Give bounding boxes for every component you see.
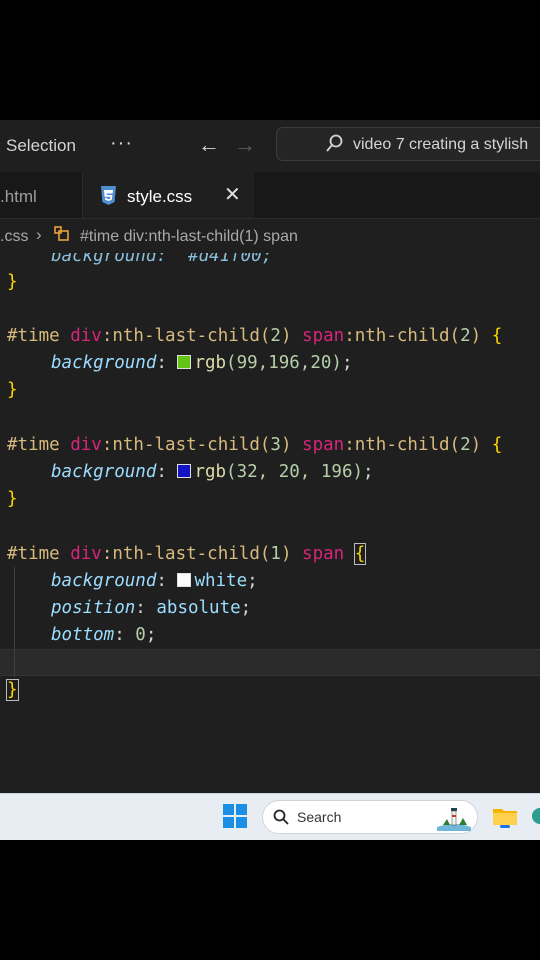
editor-tabs: .html style.css ✕	[0, 172, 540, 219]
code-line: background: white;	[51, 571, 258, 591]
code-line: position: absolute;	[51, 598, 252, 618]
color-swatch-white[interactable]	[177, 573, 192, 587]
code-line: bottom: 0;	[51, 625, 157, 645]
tab-label: style.css	[127, 187, 193, 206]
matching-brace: {	[353, 543, 367, 565]
breadcrumb-separator: ›	[36, 225, 42, 244]
color-swatch-green[interactable]	[177, 355, 192, 369]
title-bar: Selection ··· ← → video 7 creating a sty…	[0, 120, 540, 172]
taskbar-search-box[interactable]: Search	[262, 800, 478, 834]
windows-taskbar: Search	[0, 793, 540, 840]
back-arrow-icon[interactable]: ←	[198, 132, 220, 158]
lighthouse-highlight-icon	[437, 808, 471, 831]
taskbar-search-label: Search	[297, 809, 342, 825]
search-icon	[326, 134, 343, 152]
breadcrumb-file[interactable]: .css	[0, 228, 28, 246]
selector-symbol-icon	[54, 226, 69, 241]
file-explorer-icon[interactable]	[492, 804, 518, 828]
color-swatch-blue[interactable]	[177, 464, 192, 478]
current-line-highlight	[0, 649, 540, 676]
menu-selection[interactable]: Selection	[6, 136, 76, 156]
search-icon	[273, 809, 289, 825]
code-line: background: rgb(99,196,20);	[51, 353, 353, 373]
matching-brace: }	[6, 679, 19, 701]
windows-start-icon[interactable]	[223, 804, 247, 828]
code-line: #time div:nth-last-child(1) span {	[7, 543, 367, 565]
menu-more-button[interactable]: ···	[110, 132, 133, 155]
code-line: }	[7, 272, 18, 292]
indent-guide	[14, 567, 15, 677]
breadcrumb: .css › #time div:nth-last-child(1) span	[0, 219, 540, 253]
command-center-text: video 7 creating a stylish	[353, 136, 529, 153]
code-line: #time div:nth-last-child(3) span:nth-chi…	[7, 435, 503, 455]
close-icon[interactable]: ✕	[224, 182, 241, 207]
code-editor[interactable]: background: #d41f00; } #time div:nth-las…	[0, 253, 540, 791]
code-line: }	[7, 489, 18, 509]
tab-label: .html	[0, 187, 37, 206]
code-line: background: rgb(32, 20, 196);	[51, 462, 374, 482]
forward-arrow-icon[interactable]: →	[234, 132, 256, 158]
tab-style-css[interactable]: style.css ✕	[83, 172, 254, 218]
vscode-window: Selection ··· ← → video 7 creating a sty…	[0, 120, 540, 840]
code-line-partial: background: #d41f00;	[51, 253, 273, 266]
taskbar-app-icon[interactable]	[530, 804, 540, 828]
code-line: }	[6, 677, 19, 703]
breadcrumb-symbol[interactable]: #time div:nth-last-child(1) span	[80, 228, 298, 246]
code-line: }	[7, 380, 18, 400]
code-line: #time div:nth-last-child(2) span:nth-chi…	[7, 326, 503, 346]
tab-html-file[interactable]: .html	[0, 172, 83, 218]
command-center-search[interactable]: video 7 creating a stylish	[276, 127, 540, 161]
css3-file-icon	[101, 186, 116, 205]
